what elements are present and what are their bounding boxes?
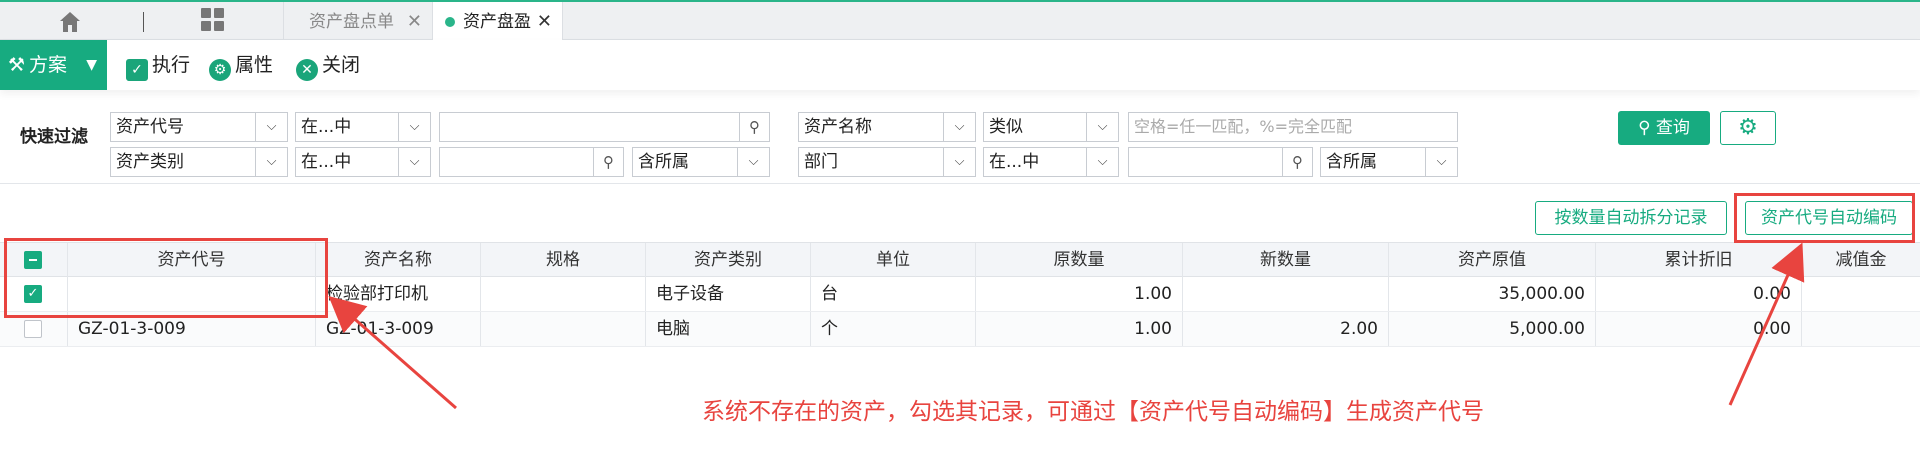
arrow-to-autocode-button [1728,242,1805,406]
annotation-text: 系统不存在的资产，勾选其记录，可通过【资产代号自动编码】生成资产代号 [702,399,1484,425]
arrow-to-code-column [328,296,457,410]
